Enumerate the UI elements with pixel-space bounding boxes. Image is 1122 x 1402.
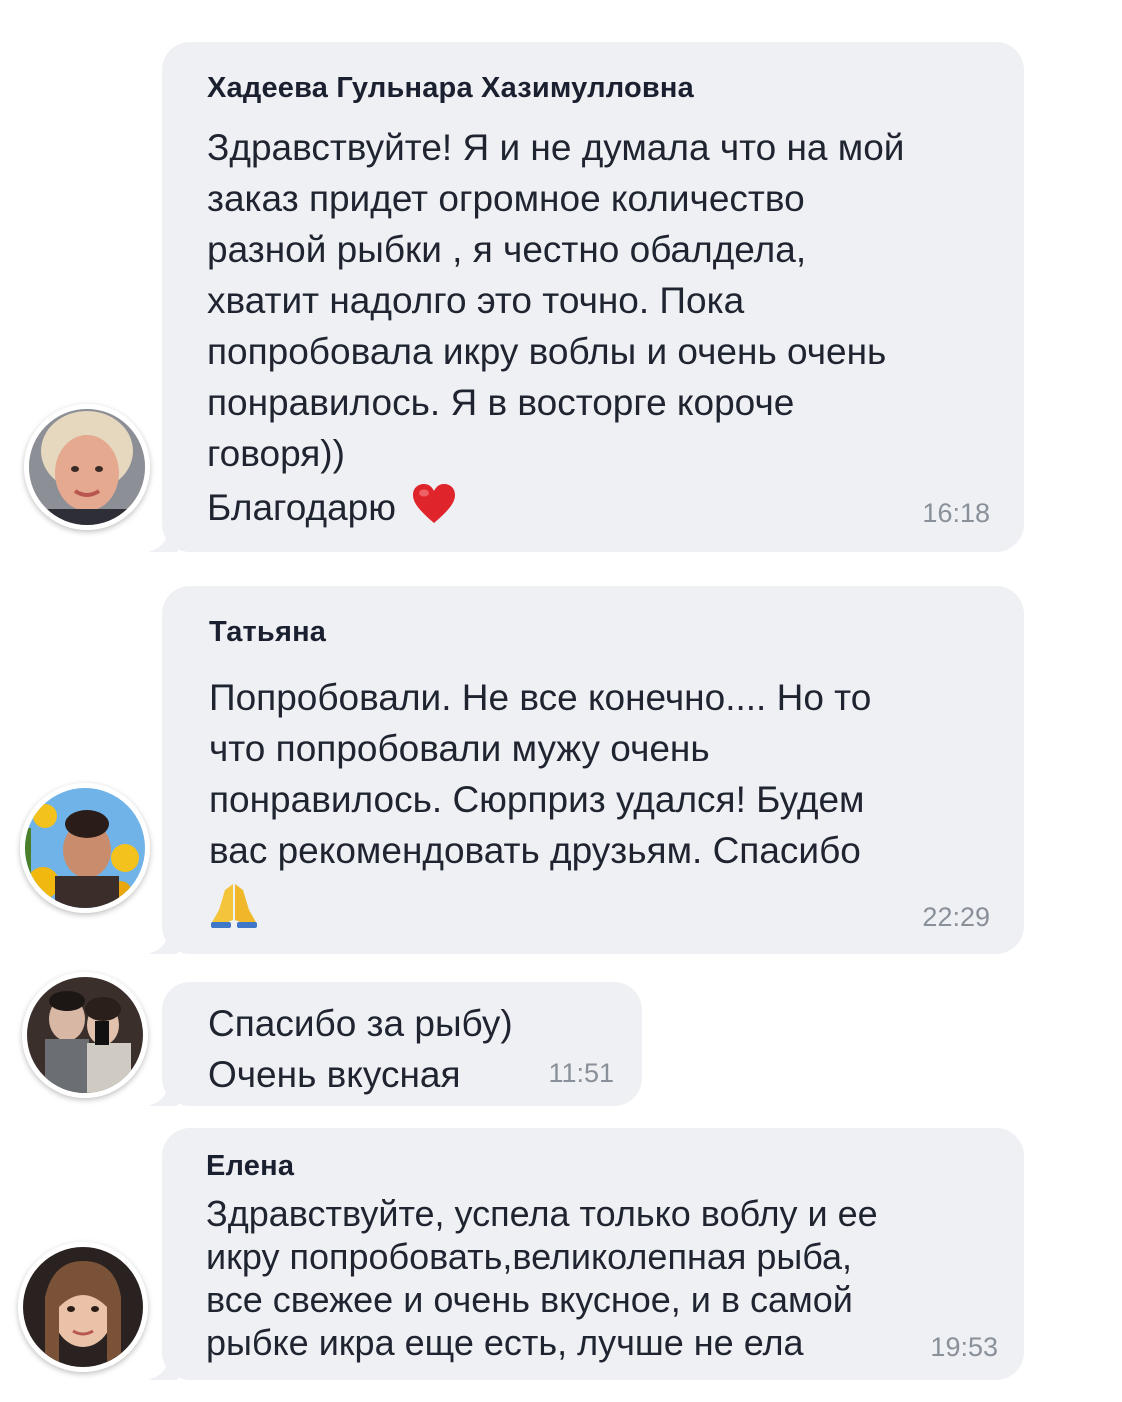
message-bubble-2[interactable]: Татьяна Попробовали. Не все конечно.... … — [162, 586, 1024, 954]
message-bubble-1[interactable]: Хадеева Гульнара Хазимулловна Здравствуй… — [162, 42, 1024, 552]
author-name[interactable]: Хадеева Гульнара Хазимулловна — [207, 72, 694, 105]
avatar-1-image — [29, 409, 145, 525]
message-last-line: Благодарю — [207, 482, 456, 538]
avatar-2-image — [25, 788, 145, 908]
avatar-1[interactable] — [24, 404, 150, 530]
message-time: 16:18 — [922, 498, 990, 528]
author-name[interactable]: Татьяна — [209, 616, 326, 649]
avatar-4[interactable] — [18, 1242, 148, 1372]
message-text: Здравствуйте, успела только воблу и ее и… — [206, 1193, 878, 1363]
avatar-3[interactable] — [22, 972, 148, 1098]
message-text: Попробовали. Не все конечно.... Но то чт… — [209, 677, 872, 871]
message-text: Спасибо за рыбу) Очень вкусная — [208, 1003, 513, 1095]
avatar-4-image — [23, 1247, 143, 1367]
author-name[interactable]: Елена — [206, 1150, 294, 1183]
message-bubble-4[interactable]: Елена Здравствуйте, успела только воблу … — [162, 1128, 1024, 1380]
message-time: 19:53 — [930, 1332, 998, 1362]
message-bubble-3[interactable]: Спасибо за рыбу) Очень вкусная 11:51 — [162, 982, 642, 1106]
red-heart-icon — [412, 483, 456, 538]
message-time: 22:29 — [922, 902, 990, 932]
avatar-3-image — [27, 977, 143, 1093]
message-text: Здравствуйте! Я и не думала что на мой з… — [207, 127, 905, 474]
message-last-line-text: Благодарю — [207, 487, 396, 528]
avatar-2[interactable] — [20, 783, 150, 913]
message-time: 11:51 — [548, 1058, 614, 1088]
folded-hands-icon — [209, 880, 259, 935]
